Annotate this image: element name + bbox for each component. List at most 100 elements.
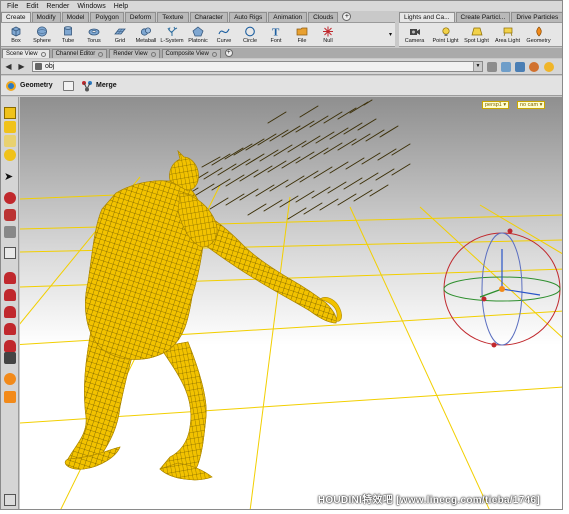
shelf-tab-modify[interactable]: Modify: [31, 12, 61, 22]
shelf-tab-polygon[interactable]: Polygon: [90, 12, 124, 22]
shelf-tab-texture[interactable]: Texture: [157, 12, 189, 22]
settings-icon[interactable]: [544, 62, 554, 72]
tool-sphere[interactable]: Sphere: [29, 23, 55, 46]
select-icon[interactable]: [4, 107, 16, 119]
magnet-curve-icon[interactable]: [4, 340, 16, 352]
cam-menu[interactable]: no cam ▾: [517, 101, 546, 109]
left-toolbar: ➤: [1, 97, 19, 509]
shelf-tab-create[interactable]: Create: [1, 12, 31, 22]
add-shelf-tab-button[interactable]: +: [342, 12, 352, 21]
close-tab-icon[interactable]: [150, 51, 156, 57]
curve-icon: [218, 25, 231, 37]
metaball-icon: [140, 25, 153, 37]
menu-windows[interactable]: Windows: [77, 3, 105, 10]
shelf-tab-lights-cameras[interactable]: Lights and Ca...: [399, 12, 455, 22]
tab-scene-view[interactable]: Scene View: [2, 49, 50, 58]
close-tab-icon[interactable]: [40, 51, 46, 57]
lock-icon[interactable]: [63, 81, 74, 91]
tool-grid[interactable]: Grid: [107, 23, 133, 46]
tool-tube[interactable]: Tube: [55, 23, 81, 46]
magnet-grid-icon[interactable]: [4, 289, 16, 301]
platonic-icon: [192, 25, 205, 37]
tool-font[interactable]: T Font: [263, 23, 289, 46]
tool-geometry-light[interactable]: Geometry: [523, 23, 554, 46]
tool-box[interactable]: Box: [3, 23, 29, 46]
shelf-tab-deform[interactable]: Deform: [124, 12, 157, 22]
shelf-tab-create-particles[interactable]: Create Particl...: [455, 12, 511, 22]
watermark-text: HOUDINI特效吧 [www.linecg.com/tieba/1746]: [317, 495, 540, 506]
tool-point-light[interactable]: Point Light: [430, 23, 461, 46]
tool-metaball[interactable]: Metaball: [133, 23, 159, 46]
operator-bar: Geometry Merge: [1, 76, 562, 96]
tool-lsystem[interactable]: L-System: [159, 23, 185, 46]
menu-file[interactable]: File: [7, 3, 18, 10]
file-icon: [296, 25, 309, 37]
shelf-scroll-arrow-icon[interactable]: ▾: [389, 31, 392, 46]
scene-viewport[interactable]: persp1 ▾ no cam ▾ HOUDINI特效吧 [www.linecg…: [20, 97, 563, 510]
shelf-tab-model[interactable]: Model: [61, 12, 90, 22]
tool-platonic[interactable]: Platonic: [185, 23, 211, 46]
view-mode-icon[interactable]: [4, 494, 16, 506]
magnet-prim-icon[interactable]: [4, 306, 16, 318]
menu-help[interactable]: Help: [114, 3, 128, 10]
render-tool-icon[interactable]: [4, 391, 16, 403]
move-tool-icon[interactable]: [4, 192, 16, 204]
snap-icon[interactable]: [4, 247, 16, 259]
handle-icon[interactable]: [4, 121, 16, 133]
node-label: Merge: [96, 82, 117, 89]
tool-area-light[interactable]: Area Light: [492, 23, 523, 46]
tool-spot-light[interactable]: Spot Light: [461, 23, 492, 46]
pose-icon[interactable]: [4, 135, 16, 147]
shelf-tab-drive-particles[interactable]: Drive Particles: [511, 12, 562, 22]
tab-channel-editor[interactable]: Channel Editor: [51, 49, 108, 58]
font-icon: T: [270, 25, 283, 37]
grid-icon: [114, 25, 127, 37]
tool-file[interactable]: File: [289, 23, 315, 46]
box-icon: [10, 25, 23, 37]
menu-bar: File Edit Render Windows Help: [1, 1, 562, 11]
tool-null[interactable]: Null: [315, 23, 341, 46]
shelf-tab-animation[interactable]: Animation: [268, 12, 308, 22]
network-path-value: obj: [45, 63, 55, 70]
camera-menu[interactable]: persp1 ▾: [482, 101, 510, 109]
cube-view-icon[interactable]: [515, 62, 525, 72]
light-tool-icon[interactable]: [4, 373, 16, 385]
tool-torus[interactable]: Torus: [81, 23, 107, 46]
link-icon[interactable]: [501, 62, 511, 72]
viewport-canvas[interactable]: [20, 97, 563, 510]
back-arrow-icon[interactable]: ◀: [4, 62, 13, 71]
rotate-tool-icon[interactable]: [4, 209, 16, 221]
menu-render[interactable]: Render: [46, 3, 69, 10]
shelf-tabs-left: Create Modify Model Polygon Deform Textu…: [1, 11, 352, 22]
close-tab-icon[interactable]: [98, 51, 104, 57]
camera-tool-icon[interactable]: [4, 352, 16, 364]
forward-arrow-icon[interactable]: ▶: [17, 62, 26, 71]
magnet-point-icon[interactable]: [4, 323, 16, 335]
shelf-tools-left: Box Sphere Tube Torus Grid Metaball L-Sy…: [1, 22, 395, 47]
tool-camera[interactable]: Camera: [399, 23, 430, 46]
tab-composite-view[interactable]: Composite View: [161, 49, 221, 58]
point-light-icon: [439, 25, 452, 37]
pointer-icon[interactable]: ➤: [4, 171, 16, 183]
shelf-tab-auto-rigs[interactable]: Auto Rigs: [229, 12, 268, 22]
scale-tool-icon[interactable]: [4, 226, 16, 238]
close-tab-icon[interactable]: [211, 51, 217, 57]
magnet-icon[interactable]: [4, 272, 16, 284]
tab-render-view[interactable]: Render View: [109, 49, 160, 58]
view-icon[interactable]: [4, 149, 16, 161]
tool-curve[interactable]: Curve: [211, 23, 237, 46]
add-pane-tab-button[interactable]: +: [224, 49, 233, 57]
display-icon[interactable]: [529, 62, 539, 72]
path-dropdown-icon[interactable]: ▼: [473, 62, 482, 71]
menu-edit[interactable]: Edit: [26, 3, 38, 10]
network-icon: [35, 63, 42, 70]
network-path-field[interactable]: obj ▼: [32, 61, 483, 72]
spot-light-icon: [470, 25, 483, 37]
pin-icon[interactable]: [487, 62, 497, 72]
shelf-tab-clouds[interactable]: Clouds: [308, 12, 339, 22]
tool-circle[interactable]: Circle: [237, 23, 263, 46]
tab-label: Channel Editor: [55, 51, 96, 57]
sphere-icon: [36, 25, 49, 37]
circle-icon: [244, 25, 257, 37]
shelf-tab-character[interactable]: Character: [189, 12, 229, 22]
